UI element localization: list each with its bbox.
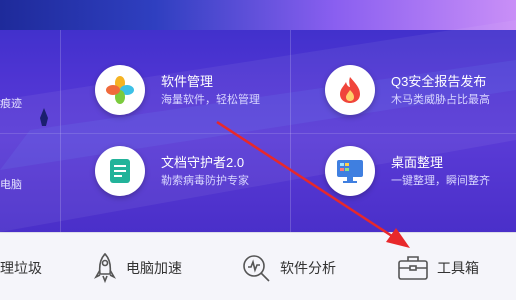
feature-title: 软件管理 [161, 73, 214, 89]
tool-label: 电脑加速 [126, 260, 182, 276]
feature-q3-report[interactable]: Q3安全报告发布 木马类威胁占比最高 [325, 65, 490, 115]
software-analysis-button[interactable]: 软件分析 [240, 251, 336, 285]
feature-subtitle: 一键整理，瞬间整齐 [391, 174, 490, 187]
feature-desktop-organizer[interactable]: 桌面整理 一键整理，瞬间整齐 [325, 146, 490, 196]
toolbox-button[interactable]: 工具箱 [397, 251, 479, 285]
pinwheel-icon [95, 65, 145, 115]
feature-banner: 痕迹 电脑 软件管理 海量软件，轻松管理 Q3安全报告发布 木马类威胁占比最高 [0, 0, 516, 232]
tool-label: 理垃圾 [0, 260, 42, 276]
clean-junk-button[interactable]: 理垃圾 [0, 251, 42, 285]
rocket-icon [92, 252, 118, 284]
feature-title: 文档守护者2.0 [161, 154, 245, 170]
tool-label: 软件分析 [280, 260, 336, 276]
tool-label: 工具箱 [437, 260, 479, 276]
magnifier-chart-icon [240, 252, 272, 284]
feature-software-manager[interactable]: 软件管理 海量软件，轻松管理 [95, 65, 260, 115]
flame-icon [325, 65, 375, 115]
banner-decoration [0, 20, 516, 232]
feature-subtitle: 木马类威胁占比最高 [391, 93, 490, 106]
monitor-icon [325, 146, 375, 196]
document-icon [95, 146, 145, 196]
edge-label: 痕迹 [0, 98, 22, 110]
feature-title: 桌面整理 [391, 154, 444, 170]
feature-subtitle: 勒索病毒防护专家 [161, 174, 249, 187]
edge-label: 电脑 [0, 179, 22, 191]
feature-subtitle: 海量软件，轻松管理 [161, 93, 260, 106]
feature-doc-guardian[interactable]: 文档守护者2.0 勒索病毒防护专家 [95, 146, 249, 196]
bottom-toolbar: 理垃圾 电脑加速 软件分析 工具箱 [0, 232, 516, 300]
feature-title: Q3安全报告发布 [391, 73, 487, 89]
toolbox-icon [397, 254, 429, 282]
speed-up-button[interactable]: 电脑加速 [92, 251, 182, 285]
